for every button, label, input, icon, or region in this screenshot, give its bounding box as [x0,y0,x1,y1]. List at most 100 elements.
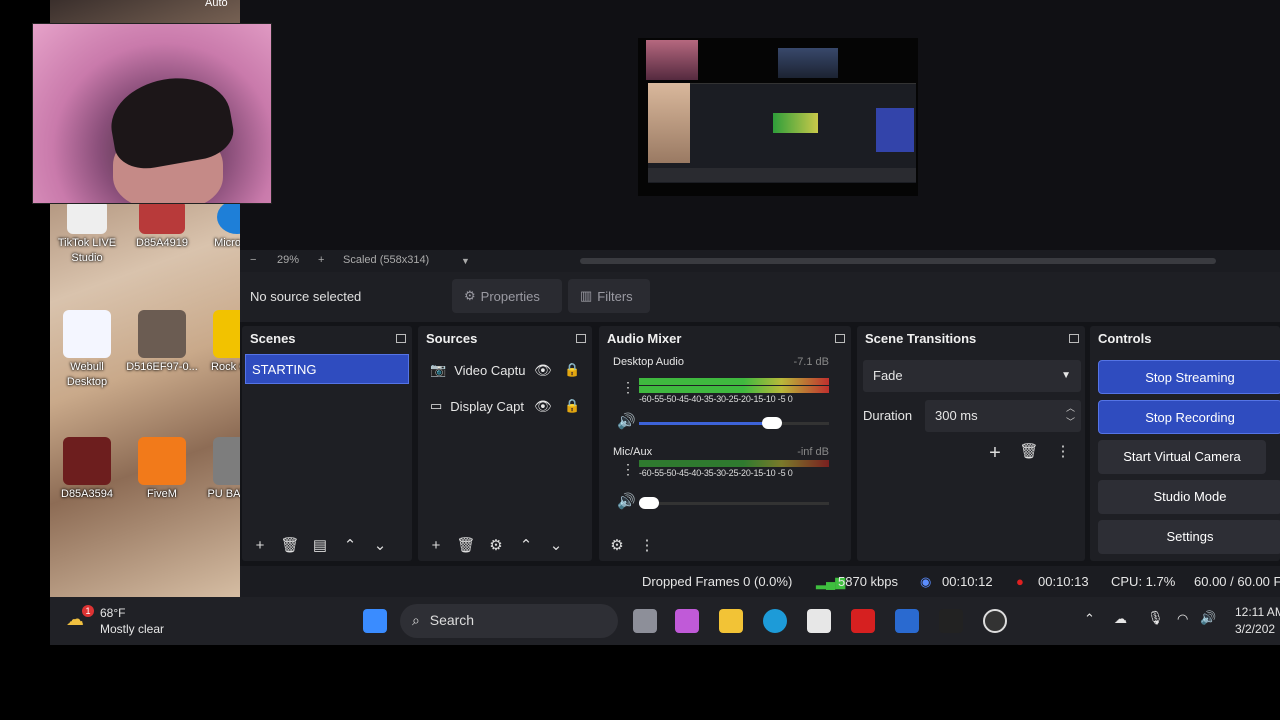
trash-icon[interactable]: 🗑 [280,536,300,554]
volume-knob[interactable] [638,497,659,509]
volume-fill [639,422,772,425]
transition-menu-icon[interactable]: ⋮ [1053,442,1073,465]
gear-icon: ⚙ [464,288,476,303]
visibility-eye-icon[interactable]: 👁 [534,398,552,415]
source-toolbar: No source selected ⚙ Properties ▥ Filter… [240,272,1280,322]
desktop-icon[interactable]: Webull Desktop [50,310,124,390]
trash-icon[interactable]: 🗑 [1019,442,1039,465]
source-item[interactable]: 📷 Video Captu 👁 🔒 [418,352,592,388]
audio-mixer-dock: Audio Mixer Desktop Audio -7.1 dB -60-55… [599,326,851,561]
chevron-down-icon: ▼ [1061,370,1071,381]
zoom-out-button[interactable]: − [250,254,256,266]
spinner-icon[interactable]: ︿ ﹀ [1066,401,1075,429]
camera-icon: 📷 [430,362,447,377]
add-icon[interactable]: + [250,537,270,554]
zoom-in-button[interactable]: + [318,254,324,266]
transition-select[interactable]: Fade ▼ [863,360,1081,392]
webcam-feed [32,23,272,204]
task-view-icon[interactable] [633,609,657,633]
move-down-icon[interactable]: ⌄ [370,536,390,554]
properties-button[interactable]: ⚙ Properties [452,279,562,313]
desktop-icon[interactable]: FiveM [125,437,199,502]
clock-time[interactable]: 12:11 AM [1235,605,1280,619]
desktop-icon[interactable]: D85A4919 [125,200,199,251]
desktop-icon[interactable]: TikTok LIVE Studio [50,200,124,266]
scale-label: Scaled (558x314) [343,254,430,266]
obs-icon[interactable] [983,609,1007,633]
status-bar: Dropped Frames 0 (0.0%) ▂▄▆ 5870 kbps ◉ … [240,566,1280,597]
float-dock-icon[interactable] [396,334,406,343]
studio-mode-button[interactable]: Studio Mode [1098,480,1280,514]
no-source-label: No source selected [250,289,362,304]
meter-ticks: -60-55-50-45-40-35-30-25-20-15-10 -5 0 [639,468,793,478]
start-virtual-camera-button[interactable]: Start Virtual Camera [1098,440,1266,474]
advanced-audio-icon[interactable]: ⚙ [607,536,627,554]
lock-icon[interactable]: 🔒 [564,398,580,414]
stop-streaming-button[interactable]: Stop Streaming [1098,360,1280,394]
speaker-icon[interactable]: 🔊 [617,412,636,430]
copilot-icon[interactable] [675,609,699,633]
float-dock-icon[interactable] [835,334,845,343]
add-icon[interactable]: + [985,442,1005,465]
desktop-icon[interactable]: D85A3594 [50,437,124,502]
microphone-icon[interactable]: 🎙 [1147,610,1164,626]
sources-title: Sources [418,326,592,352]
edge-icon[interactable] [763,609,787,633]
move-up-icon[interactable]: ⌃ [516,536,536,554]
file-explorer-icon[interactable] [719,609,743,633]
channel-name: Desktop Audio [613,356,684,368]
duration-label: Duration [863,408,913,423]
zoom-dropdown-icon[interactable]: ▼ [461,256,470,266]
scene-filter-icon[interactable]: ▤ [310,536,330,554]
screen: TikTok LIVE Studio D85A4919 Micro Edi We… [0,0,1280,720]
lock-icon[interactable]: 🔒 [564,362,580,378]
weather-widget[interactable]: ☁ 1 68°F Mostly clear [66,605,206,637]
duration-input[interactable]: 300 ms ︿ ﹀ [925,400,1081,432]
wifi-icon[interactable]: ◠ [1177,611,1188,627]
mixer-channel: Mic/Aux -inf dB -60-55-50-45-40-35-30-25… [599,442,851,532]
search-box[interactable]: ⌕ Search [400,604,618,638]
volume-slider[interactable] [638,497,829,509]
call-of-duty-icon[interactable] [939,609,963,633]
volume-slider[interactable] [639,417,829,429]
search-icon: ⌕ [412,612,420,628]
volume-knob[interactable] [762,417,782,429]
record-time: 00:10:13 [1038,574,1089,589]
channel-menu-icon[interactable]: ⋮ [621,461,635,478]
desktop-top-label: Auto [205,0,228,9]
onedrive-icon[interactable]: ☁ [1114,611,1127,627]
store-icon[interactable] [807,609,831,633]
start-icon[interactable] [363,609,387,633]
preview-canvas[interactable] [240,0,1280,250]
level-meter [639,386,829,393]
desktop-icon[interactable]: D516EF97-0... [125,310,199,375]
controls-dock: Controls Stop Streaming Stop Recording S… [1090,326,1280,561]
cpu-usage: CPU: 1.7% [1111,574,1176,589]
chevron-up-icon[interactable]: ⌃ [1084,611,1095,627]
transitions-dock: Scene Transitions Fade ▼ Duration 300 ms … [857,326,1085,561]
mixer-menu-icon[interactable]: ⋮ [637,536,657,554]
move-up-icon[interactable]: ⌃ [340,536,360,554]
gear-icon[interactable]: ⚙ [486,536,506,554]
stop-recording-button[interactable]: Stop Recording [1098,400,1280,434]
float-dock-icon[interactable] [576,334,586,343]
clock-date[interactable]: 3/2/202 [1235,622,1275,636]
channel-menu-icon[interactable]: ⋮ [621,379,635,396]
float-dock-icon[interactable] [1069,334,1079,343]
visibility-eye-icon[interactable]: 👁 [534,362,552,379]
stream-time: 00:10:12 [942,574,993,589]
filters-button[interactable]: ▥ Filters [568,279,650,313]
trash-icon[interactable]: 🗑 [456,536,476,554]
lastpass-icon[interactable] [851,609,875,633]
volume-icon[interactable]: 🔊 [1200,610,1216,626]
scene-item[interactable]: STARTING [245,354,409,384]
source-item[interactable]: ▭ Display Capt 👁 🔒 [418,388,592,424]
app-icon[interactable] [895,609,919,633]
zoom-bar: − 29% + Scaled (558x314) ▼ [240,250,1280,272]
settings-button[interactable]: Settings [1098,520,1280,554]
channel-db: -7.1 dB [793,356,829,368]
move-down-icon[interactable]: ⌄ [546,536,566,554]
add-icon[interactable]: + [426,537,446,554]
speaker-icon[interactable]: 🔊 [617,492,636,510]
preview-scrollbar[interactable] [580,258,1216,264]
